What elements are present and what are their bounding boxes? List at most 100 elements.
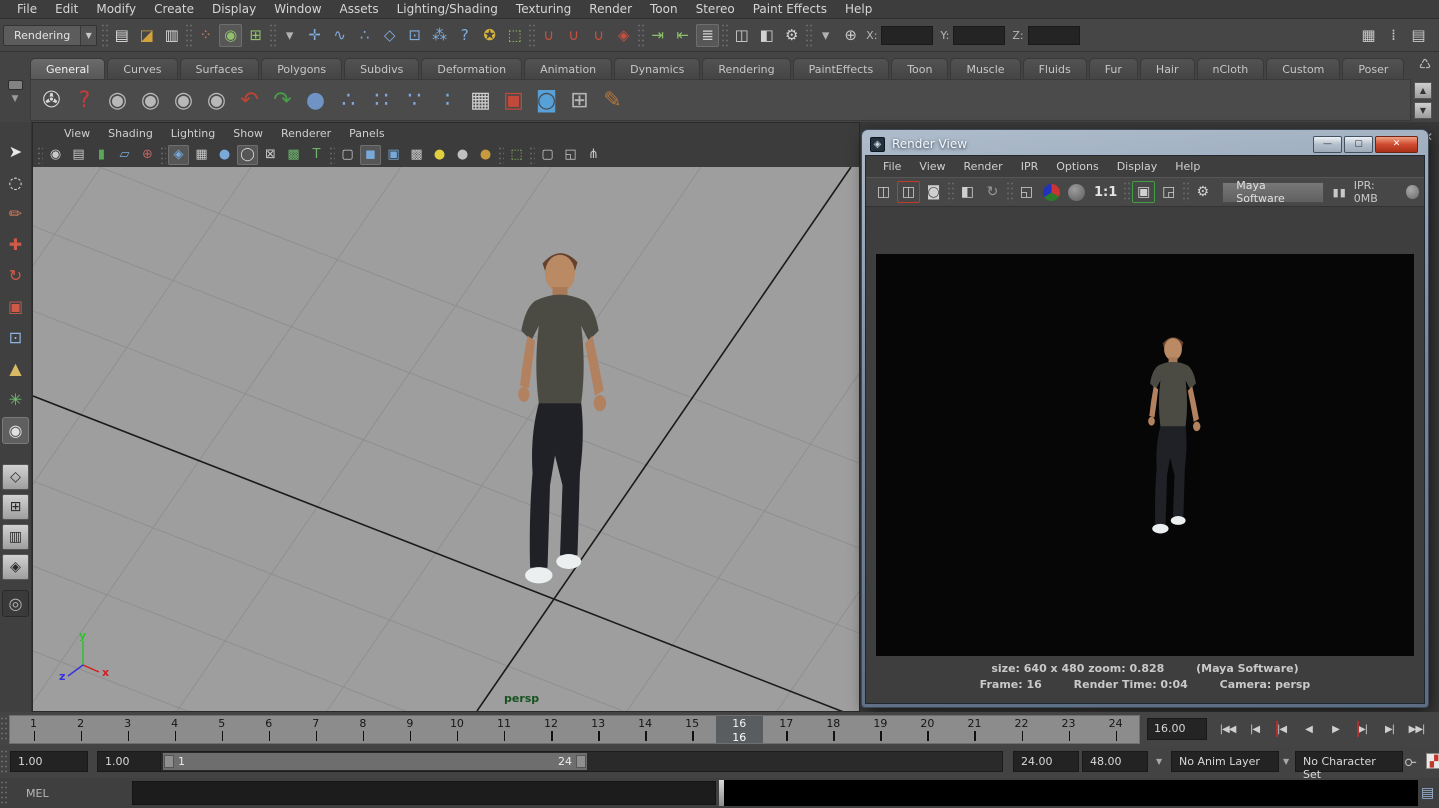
- move-tool[interactable]: ✚: [2, 231, 29, 258]
- step-back-one-frame-button[interactable]: |◀: [1268, 716, 1295, 742]
- last-tool-used[interactable]: ◉: [2, 417, 29, 444]
- snap-view-plane-button[interactable]: ⊡: [403, 24, 426, 47]
- soft-modification-tool[interactable]: ▲: [2, 355, 29, 382]
- checker-material-button[interactable]: ▩: [406, 145, 427, 165]
- snap-magnet-button[interactable]: ∪: [587, 24, 610, 47]
- timeline-frame[interactable]: 15: [669, 716, 716, 743]
- ambient-light-button[interactable]: ●: [475, 145, 496, 165]
- channel-box-toggle[interactable]: ▦: [1357, 24, 1380, 47]
- timeline-frame[interactable]: 1: [10, 716, 57, 743]
- textured-cube-button[interactable]: ▣: [383, 145, 404, 165]
- remove-image-button[interactable]: ◲: [1157, 181, 1180, 203]
- trash-icon[interactable]: ♺: [1416, 57, 1434, 75]
- menu-item[interactable]: Paint Effects: [744, 0, 836, 18]
- snap-point-button[interactable]: ∴: [353, 24, 376, 47]
- shelf-tab[interactable]: Rendering: [702, 58, 790, 79]
- snap-together-button[interactable]: ∪: [537, 24, 560, 47]
- timeline-frame[interactable]: 16 16: [716, 716, 763, 743]
- open-scene-button[interactable]: ◪: [135, 24, 158, 47]
- viewport-menu-item[interactable]: View: [55, 125, 99, 142]
- input-connections-button[interactable]: ⇥: [646, 24, 669, 47]
- camera-zoom-shelf-button[interactable]: ◉: [200, 82, 233, 118]
- bookmark-button[interactable]: ▮: [91, 145, 112, 165]
- playback-end-field[interactable]: 24.00: [1013, 751, 1079, 772]
- redo-previous-render-button[interactable]: ◫: [897, 181, 920, 203]
- universal-manipulator-tool[interactable]: ⊡: [2, 324, 29, 351]
- drag-handle[interactable]: [0, 716, 8, 742]
- shelf-tab[interactable]: nCloth: [1197, 58, 1265, 79]
- lock-selection-button[interactable]: ✪: [478, 24, 501, 47]
- snap-particles-button[interactable]: ⁂: [428, 24, 451, 47]
- select-tool[interactable]: ➤: [2, 138, 29, 165]
- viewport-menu-item[interactable]: Shading: [99, 125, 162, 142]
- animation-end-field[interactable]: 48.00: [1082, 751, 1148, 772]
- menu-item[interactable]: Window: [265, 0, 330, 18]
- alpha-channel-button[interactable]: [1068, 184, 1085, 201]
- viewport-menu-item[interactable]: Panels: [340, 125, 393, 142]
- script-editor-icon[interactable]: ▤: [1421, 785, 1434, 801]
- select-hierarchy-button[interactable]: ⁘: [194, 24, 217, 47]
- shelf-tab[interactable]: Polygons: [261, 58, 342, 79]
- refresh-ipr-button[interactable]: ↻: [981, 181, 1004, 203]
- shelf-tab[interactable]: Muscle: [950, 58, 1020, 79]
- range-end-handle[interactable]: [576, 755, 586, 768]
- select-camera-button[interactable]: ◉: [45, 145, 66, 165]
- range-slider-track[interactable]: 1 24: [160, 751, 1003, 772]
- all-lights-button[interactable]: ●: [429, 145, 450, 165]
- shelf-tab[interactable]: Dynamics: [614, 58, 700, 79]
- attribute-editor-toggle[interactable]: ▤: [1407, 24, 1430, 47]
- highlight-selection-button[interactable]: ⬚: [503, 24, 526, 47]
- timeline-frame[interactable]: 3: [104, 716, 151, 743]
- absolute-transform-button[interactable]: ⊕: [839, 24, 862, 47]
- menu-item[interactable]: Lighting/Shading: [388, 0, 507, 18]
- shelf-tab[interactable]: PaintEffects: [793, 58, 890, 79]
- viewport-canvas[interactable]: y x z persp: [33, 167, 859, 711]
- lattice-shelf-button[interactable]: ⊞: [563, 82, 596, 118]
- textured-button[interactable]: ▩: [283, 145, 304, 165]
- timeline-frame[interactable]: 7: [292, 716, 339, 743]
- timeline-frame[interactable]: 10: [433, 716, 480, 743]
- render-settings-button[interactable]: ⚙: [780, 24, 803, 47]
- shelf-tab[interactable]: Subdivs: [344, 58, 419, 79]
- shelf-tab[interactable]: Toon: [891, 58, 948, 79]
- construction-history-button[interactable]: ≣: [696, 24, 719, 47]
- render-settings-button[interactable]: ⚙: [1191, 181, 1214, 203]
- range-slider[interactable]: 1 24: [163, 753, 587, 770]
- one-to-one-button[interactable]: 1:1: [1090, 181, 1121, 203]
- cluster-shelf-button[interactable]: ∴: [332, 82, 365, 118]
- new-scene-button[interactable]: ▤: [110, 24, 133, 47]
- step-forward-one-frame-button[interactable]: ▶|: [1349, 716, 1376, 742]
- step-back-one-key-button[interactable]: |◀: [1241, 716, 1268, 742]
- go-to-end-button[interactable]: ▶▶|: [1403, 716, 1430, 742]
- step-forward-one-key-button[interactable]: ▶|: [1376, 716, 1403, 742]
- select-object-button[interactable]: ◉: [219, 24, 242, 47]
- render-view-menu-item[interactable]: Render: [955, 158, 1012, 175]
- snap-mask-dropdown[interactable]: ▾: [278, 24, 301, 47]
- timeline-frame[interactable]: 5: [198, 716, 245, 743]
- current-time-field[interactable]: 16.00: [1147, 718, 1207, 740]
- ipr-render-button[interactable]: ◧: [755, 24, 778, 47]
- snapshot-button[interactable]: ◙: [922, 181, 945, 203]
- timeline-frame[interactable]: 20: [904, 716, 951, 743]
- timeline-frame[interactable]: 17: [763, 716, 810, 743]
- timeline-frame[interactable]: 4: [151, 716, 198, 743]
- shelf-tab[interactable]: Curves: [107, 58, 177, 79]
- command-results-field[interactable]: [724, 780, 1418, 806]
- shelf-tab[interactable]: Poser: [1342, 58, 1404, 79]
- play-backwards-button[interactable]: ◀: [1295, 716, 1322, 742]
- use-default-material-button[interactable]: ▢: [337, 145, 358, 165]
- shelf-tab[interactable]: Fur: [1089, 58, 1138, 79]
- persp-graph-layout-button[interactable]: ◈: [2, 554, 29, 580]
- make-live-button[interactable]: ◈: [612, 24, 635, 47]
- viewport-menu-item[interactable]: Renderer: [272, 125, 340, 142]
- character-set-field[interactable]: No Character Set: [1295, 751, 1403, 772]
- timeline-frame[interactable]: 13: [575, 716, 622, 743]
- delete-object-shelf-button[interactable]: ●: [299, 82, 332, 118]
- shelf-scroll-up-button[interactable]: ▲: [1414, 82, 1432, 99]
- tool-settings-toggle[interactable]: ⁞: [1382, 24, 1405, 47]
- timeline-frame[interactable]: 9: [386, 716, 433, 743]
- render-view-menu-item[interactable]: IPR: [1012, 158, 1048, 175]
- timeline-frame[interactable]: 19: [857, 716, 904, 743]
- chevron-down-icon[interactable]: ▼: [80, 26, 96, 45]
- snap-grid-button[interactable]: ✛: [303, 24, 326, 47]
